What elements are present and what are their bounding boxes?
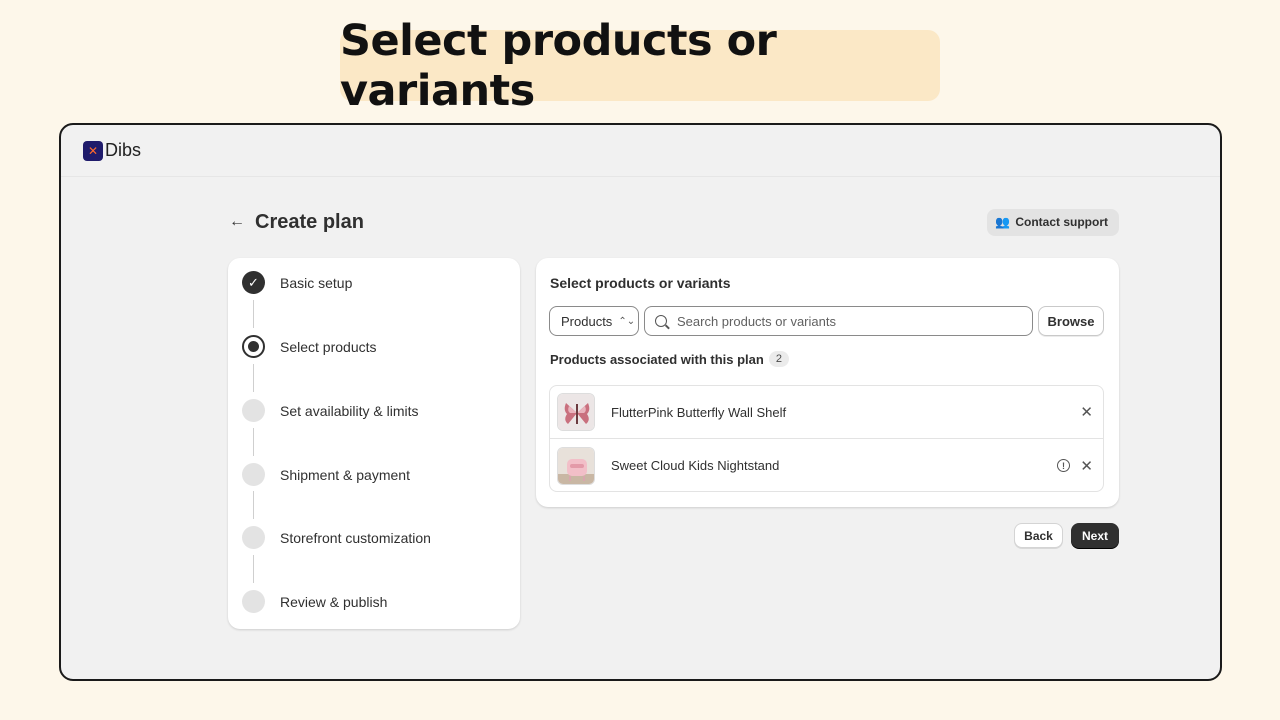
page-title: Create plan	[255, 210, 364, 233]
dibs-logo-icon: ✕	[83, 140, 103, 161]
contact-support-label: Contact support	[1015, 215, 1108, 229]
step-label: Basic setup	[280, 275, 353, 291]
filter-select[interactable]: Products ⌃⌄	[549, 306, 639, 336]
product-name: Sweet Cloud Kids Nightstand	[611, 458, 780, 473]
close-icon[interactable]: ✕	[1080, 403, 1093, 421]
product-thumbnail	[557, 446, 595, 485]
app-topbar: ✕ Dibs	[61, 125, 1220, 177]
step-connector	[253, 491, 254, 519]
next-button[interactable]: Next	[1071, 523, 1119, 548]
checkmark-icon: ✓	[242, 271, 265, 294]
products-card: Select products or variants Products ⌃⌄ …	[536, 258, 1119, 507]
contact-support-button[interactable]: 👥 Contact support	[987, 208, 1119, 236]
banner-title: Select products or variants	[340, 15, 777, 116]
pending-step-icon	[242, 399, 265, 422]
chevron-up-down-icon: ⌃⌄	[618, 315, 636, 327]
step-select-products[interactable]: Select products	[228, 335, 520, 359]
filter-select-value: Products	[561, 313, 613, 329]
banner: Select products or variants	[340, 16, 940, 116]
current-step-icon	[242, 335, 265, 358]
info-icon[interactable]: !	[1057, 459, 1070, 472]
pending-step-icon	[242, 463, 265, 486]
pending-step-icon	[242, 526, 265, 549]
pending-step-icon	[242, 590, 265, 613]
step-storefront[interactable]: Storefront customization	[228, 526, 520, 550]
step-connector	[253, 364, 254, 392]
list-item: FlutterPink Butterfly Wall Shelf ✕	[550, 386, 1103, 439]
step-label: Storefront customization	[280, 530, 431, 546]
step-label: Shipment & payment	[280, 467, 410, 483]
product-name: FlutterPink Butterfly Wall Shelf	[611, 404, 787, 420]
close-icon[interactable]: ✕	[1080, 457, 1093, 475]
app-window: ✕ Dibs ← Create plan 👥 Contact support ✓…	[59, 123, 1222, 681]
product-thumbnail	[557, 393, 595, 431]
product-list: FlutterPink Butterfly Wall Shelf ✕ Sweet…	[549, 385, 1104, 492]
search-icon	[655, 315, 667, 327]
people-icon: 👥	[995, 215, 1011, 229]
step-basic-setup[interactable]: ✓ Basic setup	[228, 271, 520, 295]
app-logo-text: Dibs	[105, 140, 142, 160]
back-button[interactable]: Back	[1014, 523, 1063, 548]
step-availability[interactable]: Set availability & limits	[228, 399, 520, 423]
search-input[interactable]	[677, 313, 1017, 329]
step-shipment[interactable]: Shipment & payment	[228, 463, 520, 487]
browse-button[interactable]: Browse	[1038, 306, 1104, 336]
list-item: Sweet Cloud Kids Nightstand ! ✕	[550, 439, 1103, 492]
page-header: ← Create plan 👥 Contact support	[229, 208, 1119, 236]
step-review[interactable]: Review & publish	[228, 590, 520, 614]
step-connector	[253, 300, 254, 328]
step-connector	[253, 428, 254, 456]
count-badge: 2	[768, 351, 789, 367]
arrow-left-icon[interactable]: ←	[229, 213, 245, 231]
search-field[interactable]	[644, 306, 1033, 336]
step-label: Review & publish	[280, 594, 388, 610]
step-label: Select products	[280, 339, 377, 355]
section-title: Select products or variants	[550, 275, 731, 291]
associated-label: Products associated with this plan	[550, 351, 764, 367]
step-label: Set availability & limits	[280, 403, 419, 419]
associated-products-header: Products associated with this plan 2	[550, 351, 789, 367]
steps-card: ✓ Basic setup Select products Set availa…	[228, 258, 520, 629]
step-connector	[253, 555, 254, 583]
